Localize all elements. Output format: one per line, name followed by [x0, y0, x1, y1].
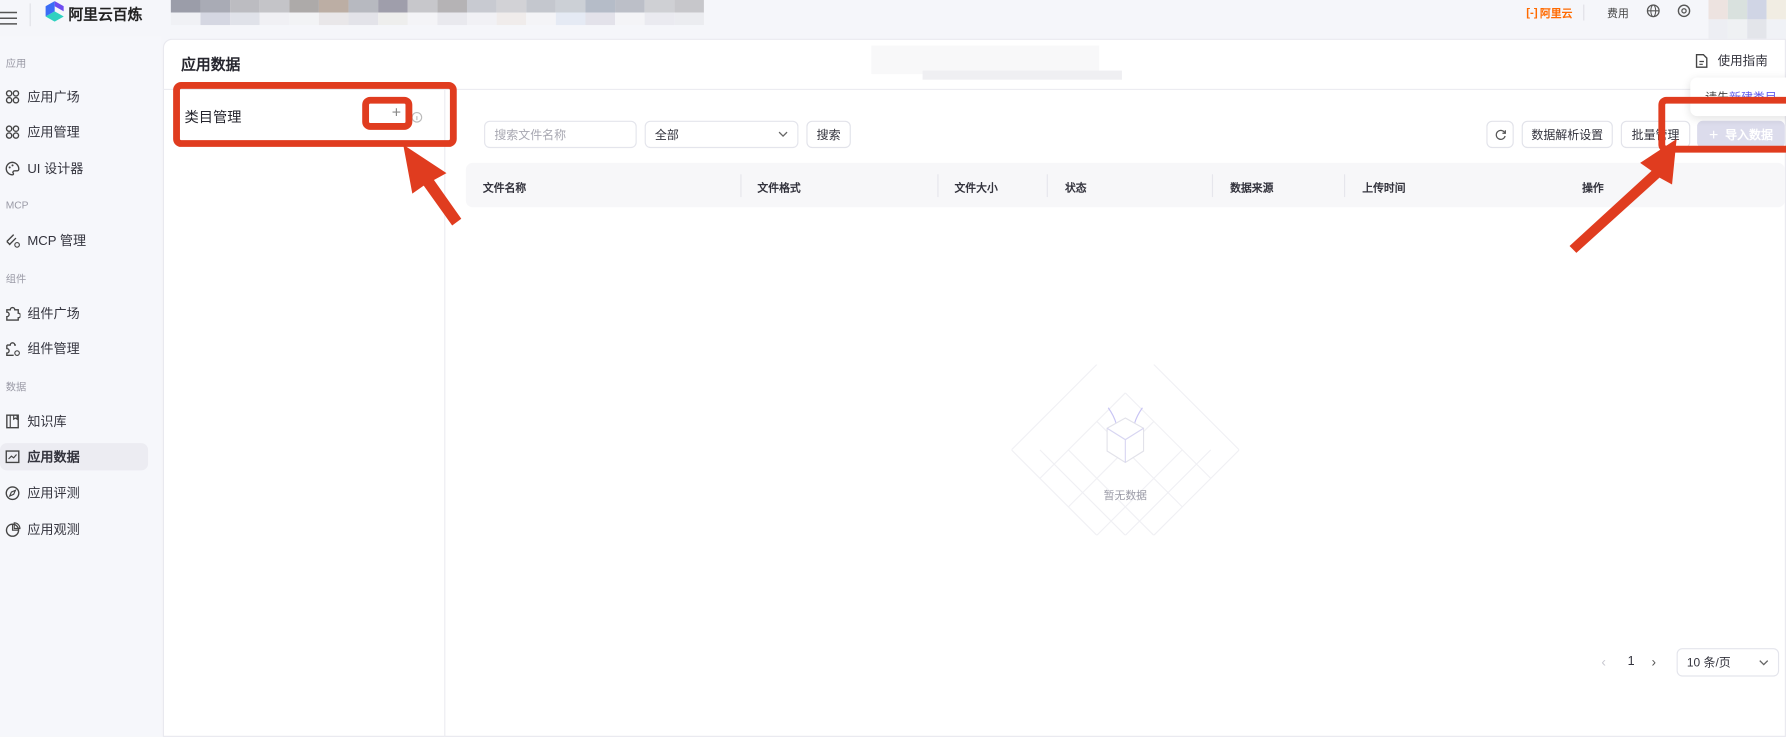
- filter-value: 全部: [654, 128, 679, 142]
- guide-link-label: 使用指南: [1717, 54, 1768, 69]
- prev-page-button[interactable]: ‹: [1601, 654, 1606, 670]
- sidebar-item-app-data[interactable]: 应用数据: [0, 443, 149, 471]
- next-page-button[interactable]: ›: [1652, 654, 1657, 670]
- sidebar-item-app-evaluation[interactable]: 应用评测: [0, 480, 148, 507]
- column-header: 文件格式: [757, 182, 801, 195]
- mcp-icon: [6, 234, 20, 248]
- page-number[interactable]: 1: [1628, 655, 1635, 669]
- sidebar-section-label: 组件: [5, 273, 27, 285]
- apps-icon: [5, 90, 20, 104]
- fees-link[interactable]: 费用: [1607, 5, 1629, 21]
- book-icon: [6, 414, 19, 429]
- aliyun-logo[interactable]: [-] 阿里云: [1526, 5, 1572, 21]
- annotation-box: [362, 96, 413, 130]
- chevron-down-icon: [778, 131, 788, 137]
- sidebar-section-label: 数据: [5, 381, 27, 393]
- gear-icon[interactable]: [1677, 3, 1692, 24]
- empty-state-illustration: [1011, 364, 1240, 536]
- sidebar-item-app-plaza[interactable]: 应用广场: [0, 83, 148, 110]
- blurred-region: [170, 0, 713, 26]
- sidebar-item-label: 应用数据: [27, 451, 80, 465]
- search-input[interactable]: 搜索文件名称: [484, 120, 637, 149]
- chevron-down-icon: [1759, 659, 1769, 665]
- column-header: 上传时间: [1362, 182, 1406, 195]
- palette-icon: [5, 161, 20, 176]
- guide-link[interactable]: 使用指南: [1695, 51, 1768, 69]
- refresh-icon: [1495, 129, 1506, 140]
- column-header: 数据来源: [1230, 182, 1274, 195]
- empty-state-text: 暂无数据: [1103, 489, 1147, 503]
- sidebar-item-label: MCP 管理: [27, 234, 87, 249]
- search-button[interactable]: 搜索: [806, 120, 851, 149]
- search-placeholder: 搜索文件名称: [494, 128, 567, 142]
- sidebar-item-mcp-management[interactable]: MCP 管理: [0, 227, 148, 254]
- puzzle-icon: [6, 306, 21, 321]
- annotation-box: [1658, 96, 1786, 153]
- sidebar-section-label: MCP: [5, 199, 29, 211]
- apps-icon: [5, 125, 20, 139]
- brand-name[interactable]: 阿里云百炼: [68, 2, 142, 24]
- category-panel-divider: [444, 89, 446, 737]
- chart-icon: [5, 450, 20, 464]
- sidebar-section-label: 应用: [5, 58, 27, 70]
- sidebar-item-label: 应用广场: [27, 91, 80, 105]
- blurred-region: [922, 70, 1122, 80]
- sidebar-item-component-plaza[interactable]: 组件广场: [0, 300, 148, 327]
- sidebar-item-app-management[interactable]: 应用管理: [0, 118, 148, 145]
- aliyun-logo-text: 阿里云: [1539, 7, 1573, 21]
- sidebar-item-label: 知识库: [27, 415, 67, 430]
- compass-icon: [5, 486, 20, 501]
- globe-icon[interactable]: [1646, 3, 1661, 24]
- column-header: 操作: [1582, 182, 1604, 195]
- pie-chart-icon: [5, 522, 21, 537]
- page-size-value: 10 条/页: [1686, 656, 1731, 670]
- page-size-select[interactable]: 10 条/页: [1676, 648, 1780, 677]
- top-bar: 阿里云百炼 [-] 阿里云 费用: [0, 0, 1786, 39]
- puzzle-settings-icon: [6, 342, 20, 357]
- sidebar-item-label: 应用观测: [27, 523, 80, 538]
- sidebar-item-label: 组件广场: [27, 307, 80, 322]
- annotation-box: [173, 82, 457, 147]
- column-header: 状态: [1064, 182, 1087, 195]
- avatar[interactable]: [1708, 0, 1786, 39]
- menu-icon[interactable]: [0, 10, 18, 31]
- refresh-button[interactable]: [1486, 120, 1514, 149]
- column-header: 文件名称: [482, 182, 527, 195]
- sidebar-item-label: 应用评测: [27, 487, 80, 502]
- sidebar-item-label: 应用管理: [27, 126, 80, 141]
- sidebar-item-component-management[interactable]: 组件管理: [0, 335, 148, 362]
- column-header: 文件大小: [954, 182, 998, 195]
- sidebar-item-label: 组件管理: [27, 342, 80, 357]
- sidebar-item-ui-designer[interactable]: UI 设计器: [0, 155, 148, 182]
- sidebar-item-label: UI 设计器: [27, 162, 84, 177]
- sidebar-item-knowledge-base[interactable]: 知识库: [0, 408, 148, 435]
- parse-settings-button[interactable]: 数据解析设置: [1521, 120, 1613, 149]
- page-title: 应用数据: [181, 55, 241, 73]
- brand-logo-icon: [45, 1, 64, 27]
- sidebar-item-app-observation[interactable]: 应用观测: [0, 516, 148, 543]
- status-filter-select[interactable]: 全部: [644, 120, 799, 149]
- document-icon: [1695, 53, 1708, 68]
